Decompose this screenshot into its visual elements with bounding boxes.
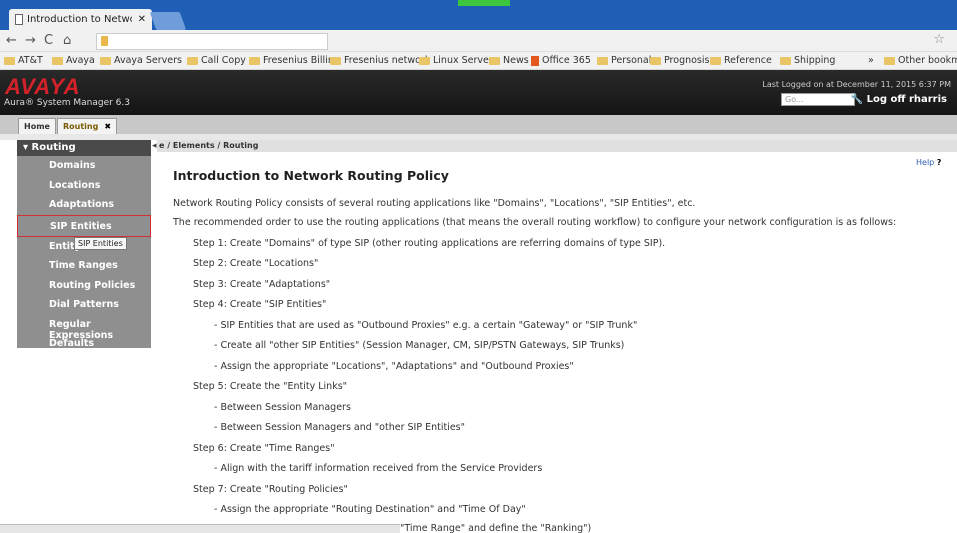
content-line: Step 1: Create "Domains" of type SIP (ot… — [193, 238, 666, 249]
lock-icon — [101, 36, 108, 46]
page-icon — [15, 14, 23, 25]
content-line: Step 7: Create "Routing Policies" — [193, 484, 348, 495]
folder-icon — [884, 56, 895, 65]
close-tab-icon[interactable]: ✕ — [138, 14, 146, 25]
folder-icon — [597, 56, 608, 65]
reload-icon[interactable]: C — [44, 33, 53, 48]
bookmark-item[interactable]: Fresenius network — [330, 55, 430, 66]
sidebar-item-time-ranges[interactable]: Time Ranges — [17, 256, 151, 276]
tab-home[interactable]: Home — [18, 118, 56, 134]
folder-icon — [650, 56, 661, 65]
help-icon: ? — [936, 158, 942, 167]
address-bar[interactable] — [96, 33, 328, 50]
bookmark-item[interactable]: Avaya Servers — [100, 55, 182, 66]
folder-icon — [4, 56, 15, 65]
browser-titlebar: Introduction to Network R ✕ — [0, 0, 957, 30]
bookmarks-overflow-button[interactable]: » — [868, 55, 874, 66]
page-title: Introduction to Network Routing Policy — [173, 168, 449, 183]
content-line: The recommended order to use the routing… — [173, 217, 897, 228]
content-line: Network Routing Policy consists of sever… — [173, 198, 696, 209]
content-line: - SIP Entities that are used as "Outboun… — [214, 320, 638, 331]
folder-icon — [710, 56, 721, 65]
content-line: Step 6: Create "Time Ranges" — [193, 443, 335, 454]
sidebar-item-sip-entities[interactable]: SIP Entities — [17, 214, 151, 237]
content-line: - Align with the tariff information rece… — [214, 463, 543, 474]
go-search-input[interactable]: Go... — [781, 93, 855, 106]
folder-icon — [419, 56, 430, 65]
content-line: - Create all "other SIP Entities" (Sessi… — [214, 340, 625, 351]
tooltip: SIP Entities — [74, 237, 127, 250]
sidebar-item-adaptations[interactable]: Adaptations — [17, 195, 151, 215]
content-line: - Assign the appropriate "Locations", "A… — [214, 361, 574, 372]
tab-routing[interactable]: Routing ✖ — [57, 118, 118, 134]
sidebar-item-regular-expressions[interactable]: Regular Expressions — [17, 315, 151, 341]
content-line: - Between Session Managers and "other SI… — [214, 422, 465, 433]
new-tab-button[interactable] — [149, 12, 187, 30]
content-line: Step 5: Create the "Entity Links" — [193, 381, 348, 392]
folder-icon — [187, 56, 198, 65]
back-icon[interactable]: ← — [6, 33, 17, 48]
folder-icon — [52, 56, 63, 65]
bookmark-item[interactable]: Prognosis — [650, 55, 709, 66]
window-indicator — [458, 0, 510, 6]
office-365-icon — [531, 55, 539, 66]
breadcrumb: e / Elements / Routing — [157, 140, 957, 152]
sidebar-item-locations[interactable]: Locations — [17, 176, 151, 196]
folder-icon — [330, 56, 341, 65]
folder-icon — [780, 56, 791, 65]
bookmark-item[interactable]: Other bookmar — [884, 55, 957, 66]
content-line: Step 4: Create "SIP Entities" — [193, 299, 327, 310]
browser-status-bar — [0, 524, 400, 533]
bookmark-item[interactable]: Fresenius Billing — [249, 55, 340, 66]
bookmark-item[interactable]: Avaya — [52, 55, 95, 66]
bookmark-item[interactable]: Reference — [710, 55, 772, 66]
browser-tab[interactable]: Introduction to Network R ✕ — [9, 9, 152, 30]
bookmark-item[interactable]: Call Copy — [187, 55, 246, 66]
sidebar-item-dial-patterns[interactable]: Dial Patterns — [17, 295, 151, 315]
folder-icon — [249, 56, 260, 65]
folder-icon — [489, 56, 500, 65]
content-line: Step 3: Create "Adaptations" — [193, 279, 331, 290]
last-logged-text: Last Logged on at December 11, 2015 6:37… — [762, 80, 951, 89]
forward-icon[interactable]: → — [25, 33, 36, 48]
sidebar-item-routing-policies[interactable]: Routing Policies — [17, 276, 151, 296]
sidebar-header[interactable]: ▾ Routing — [17, 140, 151, 156]
collapse-sidebar-icon[interactable]: ◂ — [152, 141, 157, 151]
log-off-link[interactable]: 🔧 Log off rharris — [851, 94, 947, 105]
app-header: AVAYA Aura® System Manager 6.3 Last Logg… — [0, 70, 957, 115]
bookmark-item[interactable]: AT&T — [4, 55, 43, 66]
bookmark-star-icon[interactable]: ☆ — [933, 32, 945, 47]
home-icon[interactable]: ⌂ — [63, 33, 71, 48]
close-tab-icon[interactable]: ✖ — [104, 122, 111, 131]
bookmark-item[interactable]: News — [489, 55, 529, 66]
bookmark-item[interactable]: Personal — [597, 55, 651, 66]
app-tabs: Home Routing ✖ — [0, 115, 957, 134]
folder-icon — [100, 56, 111, 65]
content-line: - Assign the appropriate "Routing Destin… — [214, 504, 526, 515]
bookmarks-bar: AT&T Avaya Avaya Servers Call Copy Frese… — [0, 52, 957, 70]
bookmark-item[interactable]: Office 365 — [531, 55, 591, 66]
content-line: Step 2: Create "Locations" — [193, 258, 319, 269]
bookmark-item[interactable]: Shipping — [780, 55, 835, 66]
wrench-icon: 🔧 — [850, 94, 867, 105]
content-line: - Between Session Managers — [214, 402, 351, 413]
sidebar-item-domains[interactable]: Domains — [17, 156, 151, 176]
help-link[interactable]: Help ? — [916, 158, 941, 167]
bookmark-item[interactable]: Linux Servers — [419, 55, 498, 66]
product-name: Aura® System Manager 6.3 — [4, 98, 130, 108]
avaya-logo: AVAYA — [5, 74, 81, 99]
browser-toolbar: ← → C ⌂ ☆ — [0, 30, 957, 52]
content-line: "Time Range" and define the "Ranking") — [400, 523, 592, 533]
tab-title: Introduction to Network R — [27, 14, 132, 25]
